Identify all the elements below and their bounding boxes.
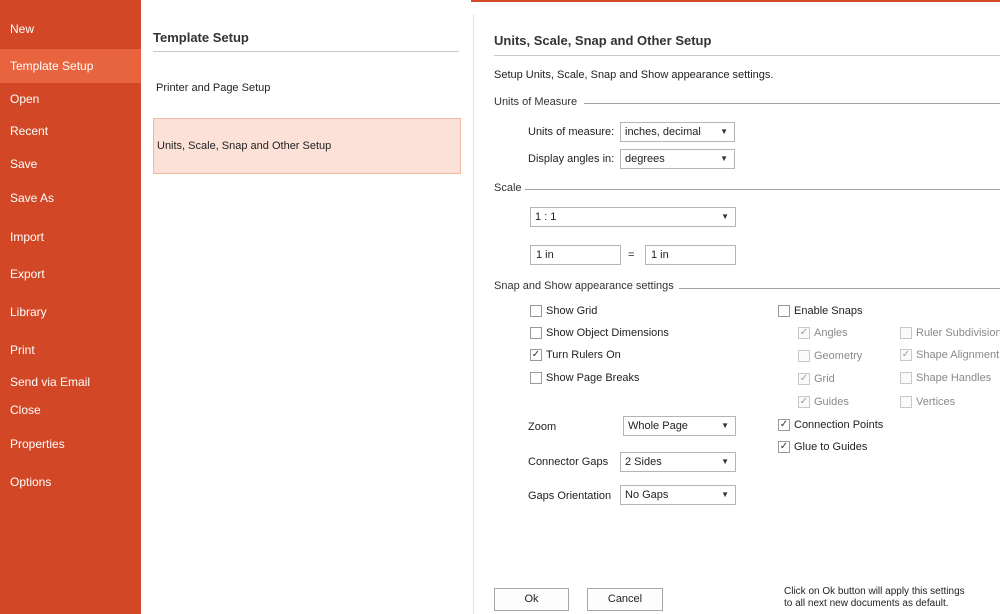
units-of-measure-label: Units of measure:	[528, 126, 615, 138]
checkmark-icon: ✓	[799, 327, 809, 338]
default-settings-note: Click on Ok button will apply this setti…	[784, 586, 1000, 610]
sidebar-item-export[interactable]: Export	[0, 257, 141, 291]
vertices-label: Vertices	[916, 396, 956, 408]
shape-handles-checkbox[interactable]	[900, 372, 912, 384]
show-page-breaks-label: Show Page Breaks	[546, 372, 640, 384]
units-section-line	[584, 103, 1000, 104]
gaps-orientation-label: Gaps Orientation	[528, 490, 612, 502]
backstage-sidebar: New Template Setup Open Recent Save Save…	[0, 0, 141, 614]
middle-title: Template Setup	[153, 30, 459, 52]
connector-gaps-value: 2 Sides	[625, 456, 662, 468]
sidebar-item-template-setup[interactable]: Template Setup	[0, 49, 141, 83]
ruler-subdivisions-checkbox[interactable]	[900, 327, 912, 339]
chevron-down-icon: ▼	[720, 154, 728, 163]
gaps-orientation-select[interactable]: No Gaps ▼	[620, 485, 736, 505]
panel-title-underline	[494, 55, 1000, 56]
sidebar-item-properties[interactable]: Properties	[0, 427, 141, 461]
sidebar-item-open[interactable]: Open	[0, 82, 141, 116]
connector-gaps-select[interactable]: 2 Sides ▼	[620, 452, 736, 472]
note-line-1: Click on Ok button will apply this setti…	[784, 586, 965, 597]
enable-snaps-label: Enable Snaps	[794, 305, 863, 317]
checkmark-icon: ✓	[531, 349, 541, 360]
show-object-dimensions-checkbox[interactable]	[530, 327, 542, 339]
chevron-down-icon: ▼	[721, 421, 729, 430]
shape-alignment-label: Shape Alignment E	[916, 349, 1000, 361]
guides-checkbox[interactable]: ✓	[798, 396, 810, 408]
panel-description: Setup Units, Scale, Snap and Show appear…	[494, 69, 774, 81]
sidebar-item-new[interactable]: New	[0, 12, 141, 46]
connection-points-checkbox[interactable]: ✓	[778, 419, 790, 431]
shape-alignment-checkbox[interactable]: ✓	[900, 349, 912, 361]
chevron-down-icon: ▼	[720, 127, 728, 136]
checkmark-icon: ✓	[779, 419, 789, 430]
glue-to-guides-label: Glue to Guides	[794, 441, 868, 453]
show-object-dimensions-label: Show Object Dimensions	[546, 327, 669, 339]
snap-section-line	[679, 288, 1000, 289]
shape-handles-label: Shape Handles	[916, 372, 992, 384]
checkmark-icon: ✓	[901, 349, 911, 360]
scale-ratio-value: 1 : 1	[535, 211, 557, 223]
turn-rulers-on-label: Turn Rulers On	[546, 349, 621, 361]
chevron-down-icon: ▼	[721, 490, 729, 499]
settings-panel: Units, Scale, Snap and Other Setup Setup…	[474, 0, 1000, 614]
geometry-label: Geometry	[814, 350, 863, 362]
sidebar-item-save[interactable]: Save	[0, 147, 141, 181]
sidebar-item-library[interactable]: Library	[0, 295, 141, 329]
sidebar-item-options[interactable]: Options	[0, 465, 141, 499]
chevron-down-icon: ▼	[721, 457, 729, 466]
panel-title: Units, Scale, Snap and Other Setup	[494, 33, 712, 48]
sidebar-item-close[interactable]: Close	[0, 393, 141, 427]
checkmark-icon: ✓	[779, 441, 789, 452]
show-page-breaks-checkbox[interactable]	[530, 372, 542, 384]
show-grid-checkbox[interactable]	[530, 305, 542, 317]
scale-equals-label: =	[628, 249, 635, 261]
note-line-2: to all next new documents as default.	[784, 598, 949, 609]
connection-points-label: Connection Points	[794, 419, 884, 431]
scale-ratio-select[interactable]: 1 : 1 ▼	[530, 207, 736, 227]
checkmark-icon: ✓	[799, 396, 809, 407]
units-of-measure-select[interactable]: inches, decimal ▼	[620, 122, 735, 142]
zoom-label: Zoom	[528, 421, 557, 433]
printer-and-page-setup-item[interactable]: Printer and Page Setup	[153, 80, 461, 96]
units-of-measure-value: inches, decimal	[625, 126, 701, 138]
guides-label: Guides	[814, 396, 849, 408]
template-setup-list: Template Setup Printer and Page Setup Un…	[141, 0, 471, 614]
chevron-down-icon: ▼	[721, 212, 729, 221]
zoom-select[interactable]: Whole Page ▼	[623, 416, 736, 436]
gaps-orientation-value: No Gaps	[625, 489, 669, 501]
scale-right-input[interactable]: 1 in	[645, 245, 736, 265]
angles-checkbox[interactable]: ✓	[798, 327, 810, 339]
ruler-subdivisions-label: Ruler Subdivisions	[916, 327, 1000, 339]
units-of-measure-section: Units of Measure	[494, 96, 578, 108]
sidebar-item-print[interactable]: Print	[0, 333, 141, 367]
zoom-value: Whole Page	[628, 420, 688, 432]
connector-gaps-label: Connector Gaps	[528, 456, 609, 468]
display-angles-label: Display angles in:	[528, 153, 615, 165]
show-grid-label: Show Grid	[546, 305, 598, 317]
sidebar-item-recent[interactable]: Recent	[0, 114, 141, 148]
display-angles-value: degrees	[625, 153, 665, 165]
snap-show-section: Snap and Show appearance settings	[494, 280, 674, 292]
ok-button[interactable]: Ok	[494, 588, 569, 611]
turn-rulers-on-checkbox[interactable]: ✓	[530, 349, 542, 361]
sidebar-item-save-as[interactable]: Save As	[0, 181, 141, 215]
scale-left-input[interactable]: 1 in	[530, 245, 621, 265]
geometry-checkbox[interactable]	[798, 350, 810, 362]
enable-snaps-checkbox[interactable]	[778, 305, 790, 317]
glue-to-guides-checkbox[interactable]: ✓	[778, 441, 790, 453]
display-angles-select[interactable]: degrees ▼	[620, 149, 735, 169]
scale-section: Scale	[494, 182, 522, 194]
grid-checkbox[interactable]: ✓	[798, 373, 810, 385]
grid-label: Grid	[814, 373, 835, 385]
vertices-checkbox[interactable]	[900, 396, 912, 408]
checkmark-icon: ✓	[799, 373, 809, 384]
scale-section-line	[525, 189, 1000, 190]
angles-label: Angles	[814, 327, 848, 339]
cancel-button[interactable]: Cancel	[587, 588, 663, 611]
sidebar-item-import[interactable]: Import	[0, 220, 141, 254]
units-scale-snap-setup-item[interactable]: Units, Scale, Snap and Other Setup	[153, 118, 461, 174]
